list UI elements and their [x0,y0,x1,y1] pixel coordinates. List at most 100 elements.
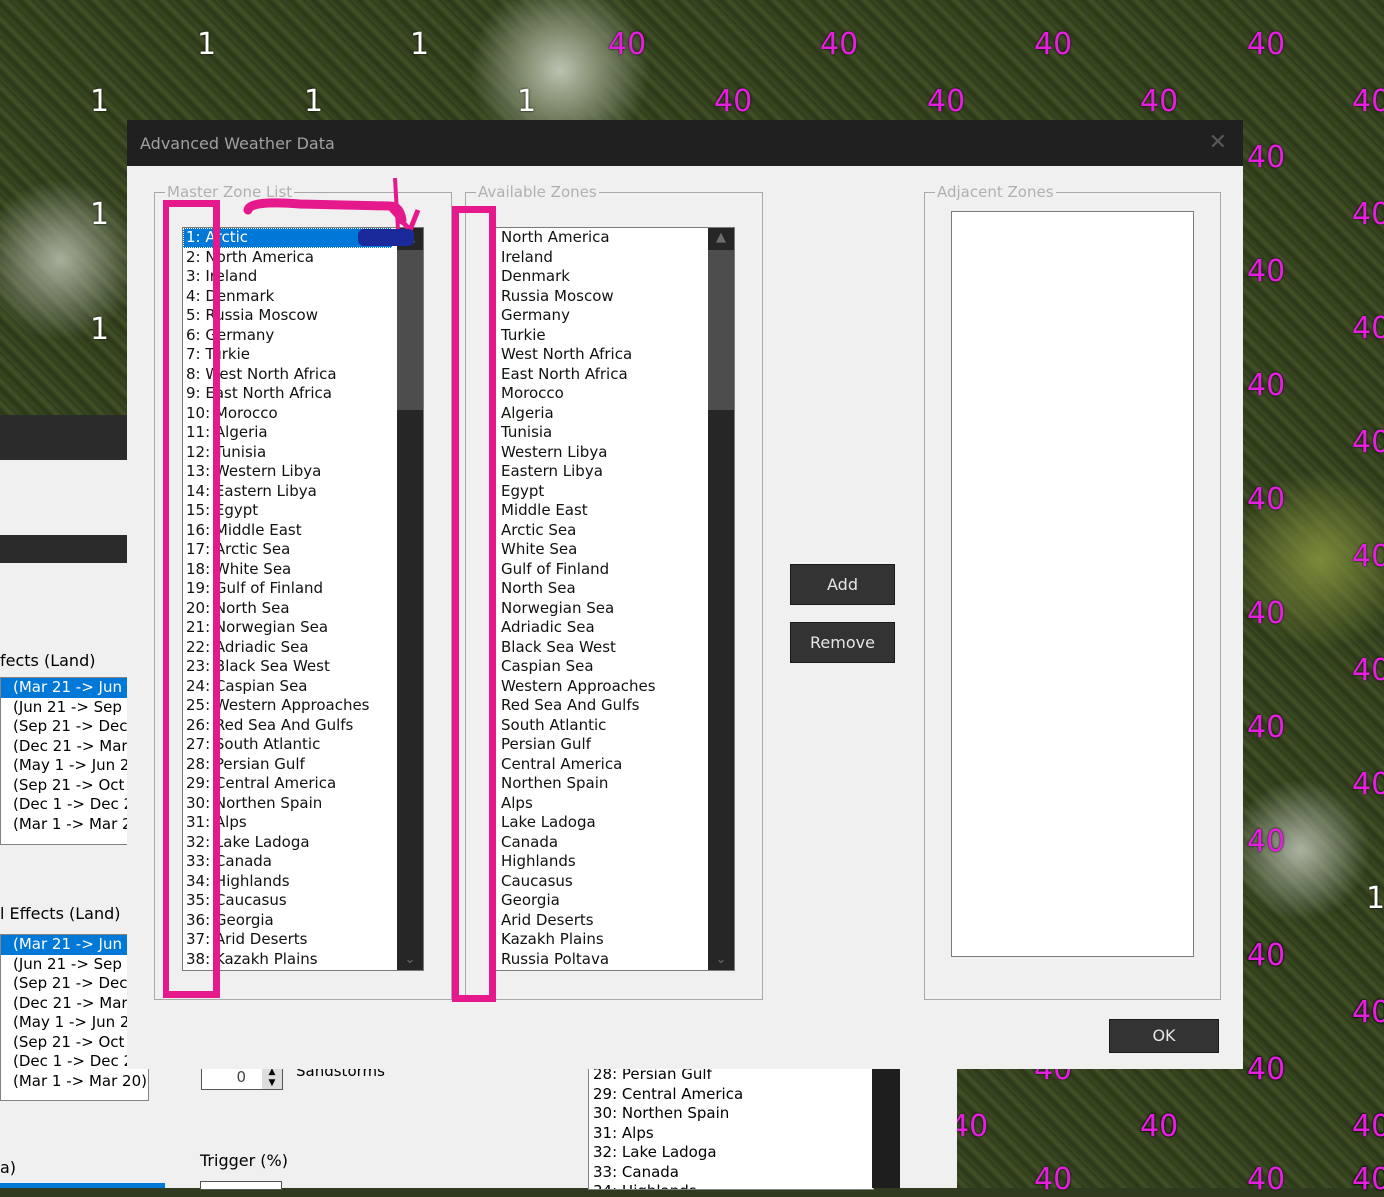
list-item[interactable]: Germany [498,306,734,326]
list-item[interactable]: Norwegian Sea [498,599,734,619]
map-number: 1 [410,27,430,62]
list-item[interactable]: Kazakh Plains [498,930,734,950]
list-item[interactable]: Red Sea And Gulfs [498,696,734,716]
scrollbar[interactable] [872,1064,900,1188]
title-bar[interactable]: Advanced Weather Data ✕ [127,120,1243,166]
list-item[interactable]: Western Libya [498,443,734,463]
list-item[interactable]: 32: Lake Ladoga [589,1143,873,1163]
list-item[interactable]: Persian Gulf [498,735,734,755]
list-item[interactable]: (Sep 21 -> Dec 2 [1,717,128,737]
list-item[interactable]: Algeria [498,404,734,424]
map-number: 1 [1366,881,1384,916]
list-item[interactable]: 34: Highlands [589,1182,873,1189]
adjacent-zones-group: Adjacent Zones [924,183,1221,1000]
list-item[interactable]: (Mar 1 -> Mar 2 [1,815,128,835]
list-item[interactable]: Alps [498,794,734,814]
map-number: 40 [1247,596,1286,631]
selected-row[interactable] [0,1183,165,1188]
list-item[interactable]: Northen Spain [498,774,734,794]
list-item[interactable]: Georgia [498,891,734,911]
list-item[interactable]: (Sep 21 -> Dec 2 [1,974,148,994]
scroll-down-icon[interactable]: ⌄ [397,950,423,970]
add-button[interactable]: Add [790,564,895,605]
list-item[interactable]: Black Sea West [498,638,734,658]
list-item[interactable]: (Mar 21 -> Jun 2 [1,678,128,698]
list-item[interactable]: Lake Ladoga [498,813,734,833]
map-number: 40 [1247,824,1286,859]
list-item[interactable]: 33: Canada [589,1163,873,1183]
list-item[interactable]: South Atlantic [498,716,734,736]
list-item[interactable]: 30: Northen Spain [589,1104,873,1124]
map-number: 40 [1247,27,1286,62]
list-item[interactable]: Middle East [498,501,734,521]
list-item[interactable]: Turkie [498,326,734,346]
map-number: 40 [1247,482,1286,517]
map-number: 40 [1247,254,1286,289]
list-item[interactable]: White Sea [498,540,734,560]
spinner-arrows-icon[interactable]: ▲ ▼ [262,1067,282,1089]
list-item[interactable]: (Dec 21 -> Mar 2 [1,737,128,757]
list-item[interactable]: (May 1 -> Jun 2 [1,1013,148,1033]
map-number: 40 [1247,938,1286,973]
list-item[interactable]: (May 1 -> Jun 2 [1,756,128,776]
list-item[interactable]: Egypt [498,482,734,502]
list-item[interactable]: Tunisia [498,423,734,443]
list-item[interactable]: Eastern Libya [498,462,734,482]
sandstorm-spinner[interactable]: 0 ▲ ▼ [201,1066,283,1090]
available-zones-list[interactable]: North America Ireland Denmark Russia Moscow… [493,227,735,971]
adjacent-zones-list[interactable] [951,211,1194,957]
map-number: 40 [714,84,753,119]
list-item[interactable]: Central America [498,755,734,775]
list-item[interactable]: Arctic Sea [498,521,734,541]
list-item[interactable]: North America [498,228,734,248]
effects-land-label: fects (Land) [0,651,96,670]
close-icon[interactable]: ✕ [1209,130,1227,155]
list-item[interactable]: Russia Poltava [498,950,734,970]
list-item[interactable]: Canada [498,833,734,853]
list-item[interactable]: Denmark [498,267,734,287]
background-header-bar [0,415,128,460]
scrollbar[interactable]: ▲ ⌄ [397,228,423,970]
list-item[interactable]: (Sep 21 -> Oct 2 [1,776,128,796]
list-item[interactable]: Morocco [498,384,734,404]
list-item[interactable]: (Sep 21 -> Oct 2 [1,1033,148,1053]
trigger-input[interactable] [200,1181,282,1190]
map-number: 1 [90,84,110,119]
scrollbar[interactable]: ▲ ⌄ [708,228,734,970]
list-item[interactable]: 29: Central America [589,1085,873,1105]
list-item[interactable]: Caucasus [498,872,734,892]
list-item[interactable]: Arid Deserts [498,911,734,931]
scroll-down-icon[interactable]: ⌄ [708,950,734,970]
map-number: 40 [1352,539,1384,574]
scroll-up-icon[interactable]: ▲ [708,228,734,248]
map-number: 40 [1034,27,1073,62]
list-item[interactable]: Western Approaches [498,677,734,697]
scroll-thumb[interactable] [397,250,423,410]
list-item[interactable]: (Mar 1 -> Mar 20) [1,1072,148,1092]
list-item[interactable]: West North Africa [498,345,734,365]
list-item[interactable]: Highlands [498,852,734,872]
list-item[interactable]: (Dec 1 -> Dec 2 [1,1052,148,1072]
zone-list[interactable]: 28: Persian Gulf 29: Central America 30: N… [588,1064,874,1190]
list-item[interactable]: Gulf of Finland [498,560,734,580]
list-item[interactable]: (Jun 21 -> Sep 2 [1,698,128,718]
ok-button[interactable]: OK [1109,1019,1219,1053]
list-item[interactable]: Ireland [498,248,734,268]
list-item[interactable]: (Jun 21 -> Sep 2 [1,955,148,975]
list-item[interactable]: (Dec 21 -> Mar 2 [1,994,148,1014]
list-item[interactable]: North Sea [498,579,734,599]
list-item[interactable]: (Mar 21 -> Jun 2 [1,935,148,955]
scroll-thumb[interactable] [708,250,734,410]
list-item[interactable]: East North Africa [498,365,734,385]
list-item[interactable]: 31: Alps [589,1124,873,1144]
map-number: 40 [820,27,859,62]
remove-button[interactable]: Remove [790,622,895,663]
season-list[interactable]: (Mar 21 -> Jun 2 (Jun 21 -> Sep 2 (Sep 21 … [0,677,129,845]
list-item[interactable]: (Dec 1 -> Dec 2 [1,795,128,815]
map-number: 40 [1247,368,1286,403]
map-number: 1 [304,84,324,119]
map-number: 40 [1140,84,1179,119]
list-item[interactable]: Caspian Sea [498,657,734,677]
list-item[interactable]: Adriadic Sea [498,618,734,638]
list-item[interactable]: Russia Moscow [498,287,734,307]
